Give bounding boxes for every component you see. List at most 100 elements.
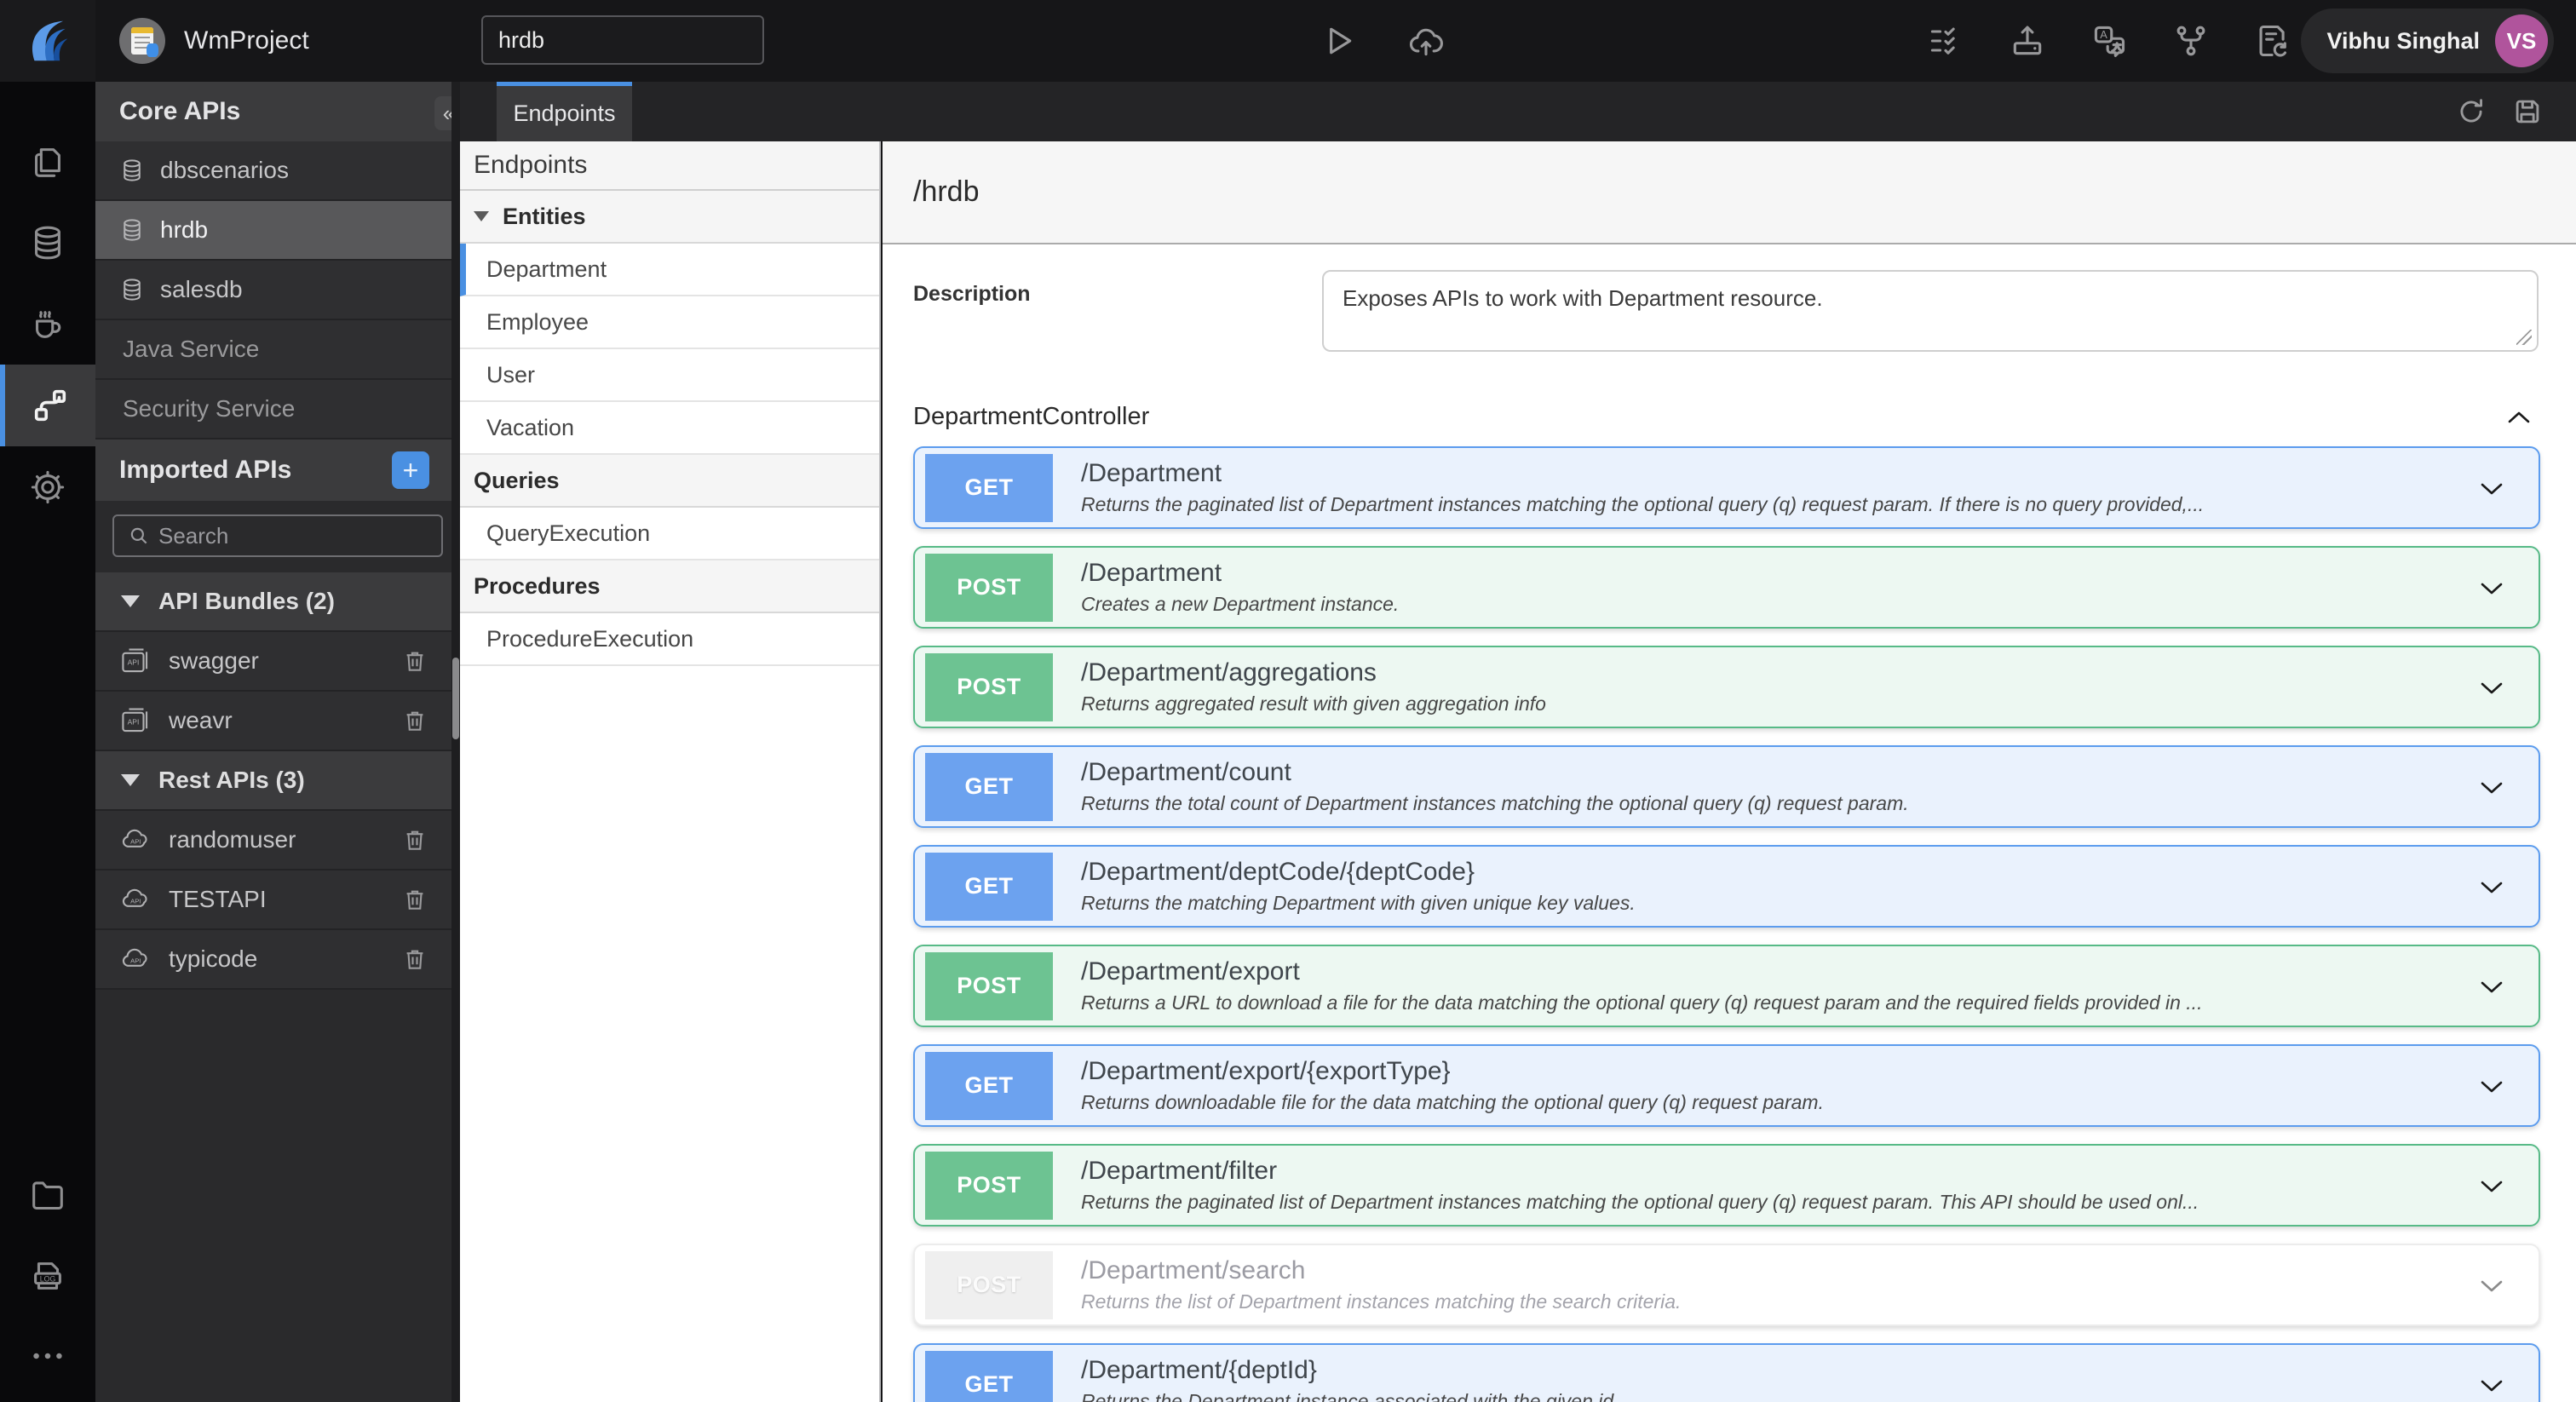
rail-pages[interactable] [0, 121, 95, 203]
chevron-down-icon[interactable] [2479, 779, 2504, 796]
method-badge: POST [925, 1151, 1053, 1220]
endpoint-card[interactable]: GET /Department Returns the paginated li… [913, 446, 2540, 529]
scrollbar-thumb[interactable] [452, 658, 459, 739]
chevron-down-icon[interactable] [2479, 1377, 2504, 1394]
add-api-button[interactable]: + [392, 451, 429, 489]
pages-icon [35, 148, 60, 177]
endpoint-card-list: GET /Department Returns the paginated li… [883, 445, 2576, 1402]
endpoint-card-disabled[interactable]: POST /Department/search Returns the list… [913, 1244, 2540, 1326]
api-search-input[interactable] [158, 522, 414, 549]
chevron-down-icon[interactable] [2479, 1078, 2504, 1095]
export-icon[interactable] [2009, 22, 2046, 60]
delete-icon[interactable] [402, 707, 428, 734]
chevron-down-icon[interactable] [2479, 1278, 2504, 1295]
tree-item-user[interactable]: User [460, 349, 879, 402]
svg-text:API: API [130, 838, 141, 846]
delete-icon[interactable] [402, 945, 428, 973]
core-api-item-security-service[interactable]: Security Service [95, 380, 460, 440]
chevron-down-icon[interactable] [2479, 480, 2504, 497]
tree-item-vacation[interactable]: Vacation [460, 402, 879, 455]
api-bundle-icon: API [122, 648, 148, 673]
left-panel-scrollbar[interactable] [451, 82, 460, 1402]
rail-database[interactable] [0, 202, 95, 284]
endpoint-card[interactable]: GET /Department/deptCode/{deptCode} Retu… [913, 845, 2540, 928]
endpoint-card[interactable]: POST /Department/export Returns a URL to… [913, 945, 2540, 1027]
rail-more[interactable] [0, 1315, 95, 1397]
endpoint-path: /Department/deptCode/{deptCode} [1081, 858, 1475, 886]
tree-item-employee[interactable]: Employee [460, 296, 879, 349]
core-api-item-java-service[interactable]: Java Service [95, 320, 460, 380]
endpoint-card[interactable]: GET /Department/{deptId} Returns the Dep… [913, 1343, 2540, 1402]
tab-endpoints[interactable]: Endpoints [497, 82, 632, 141]
user-menu[interactable]: Vibhu Singhal VS [2301, 9, 2554, 73]
endpoint-card[interactable]: GET /Department/export/{exportType} Retu… [913, 1044, 2540, 1127]
nav-rail: LOG [0, 82, 95, 1402]
group-label: Rest APIs (3) [158, 767, 305, 793]
cloud-upload-icon[interactable] [1407, 22, 1445, 60]
database-icon [124, 279, 141, 301]
rail-files[interactable] [0, 1153, 95, 1235]
imported-api-weavr[interactable]: API weavr [95, 692, 460, 751]
tree-section-queries[interactable]: Queries [460, 455, 879, 508]
project-switcher[interactable]: WmProject [119, 18, 309, 64]
controller-header[interactable]: DepartmentController [883, 352, 2576, 445]
release-notes-icon[interactable] [1927, 22, 1964, 60]
search-icon [130, 527, 147, 544]
core-api-item-hrdb[interactable]: hrdb [95, 201, 460, 261]
controller-name: DepartmentController [913, 403, 1150, 430]
description-textarea[interactable]: Exposes APIs to work with Department res… [1324, 272, 2537, 350]
delete-icon[interactable] [402, 826, 428, 853]
run-icon[interactable] [1319, 22, 1356, 60]
file-sync-icon[interactable] [2254, 22, 2291, 60]
save-icon[interactable] [2511, 95, 2544, 128]
endpoint-path: /Department/{deptId} [1081, 1356, 1317, 1384]
resize-grip-icon[interactable] [2516, 330, 2532, 345]
chevron-down-icon[interactable] [2479, 979, 2504, 996]
tree-section-entities[interactable]: Entities [460, 191, 879, 244]
core-api-item-salesdb[interactable]: salesdb [95, 261, 460, 320]
rail-settings[interactable] [0, 446, 95, 528]
tree-item-procedureexecution[interactable]: ProcedureExecution [460, 613, 879, 666]
refresh-icon[interactable] [2455, 95, 2487, 128]
chevron-up-icon[interactable] [2506, 409, 2532, 426]
group-api-bundles[interactable]: API Bundles (2) [95, 572, 460, 632]
imported-api-testapi[interactable]: API TESTAPI [95, 871, 460, 930]
endpoint-description: Returns a URL to download a file for the… [1081, 991, 2203, 1014]
wavemaker-logo[interactable] [0, 0, 95, 82]
core-api-item-dbscenarios[interactable]: dbscenarios [95, 141, 460, 201]
imported-api-swagger[interactable]: API swagger [95, 632, 460, 692]
endpoint-card[interactable]: GET /Department/count Returns the total … [913, 745, 2540, 828]
rest-api-icon: API [122, 829, 147, 848]
tree-section-procedures[interactable]: Procedures [460, 560, 879, 613]
service-path-title: /hrdb [913, 175, 980, 208]
core-api-label: hrdb [160, 216, 209, 243]
endpoint-card[interactable]: POST /Department/filter Returns the pagi… [913, 1144, 2540, 1227]
rail-logs[interactable]: LOG [0, 1235, 95, 1317]
description-label: Description [913, 282, 1031, 306]
imported-apis-title: Imported APIs [119, 456, 292, 484]
method-badge: GET [925, 752, 1053, 821]
version-control-icon[interactable] [2172, 22, 2210, 60]
chevron-down-icon[interactable] [2479, 1178, 2504, 1195]
user-name: Vibhu Singhal [2326, 27, 2480, 54]
rail-apis[interactable] [0, 365, 95, 446]
tree-item-department[interactable]: Department [460, 244, 879, 296]
delete-icon[interactable] [402, 647, 428, 675]
api-search-box[interactable] [112, 514, 443, 557]
delete-icon[interactable] [402, 886, 428, 913]
endpoint-card[interactable]: POST /Department/aggregations Returns ag… [913, 646, 2540, 728]
database-icon [124, 219, 141, 241]
imported-api-randomuser[interactable]: API randomuser [95, 811, 460, 871]
rail-java[interactable] [0, 282, 95, 364]
imported-apis-header: Imported APIs + [95, 440, 460, 501]
imported-api-typicode[interactable]: API typicode [95, 930, 460, 990]
translate-icon[interactable]: A [2090, 22, 2128, 60]
chevron-down-icon[interactable] [2479, 580, 2504, 597]
endpoint-path: /Department/export/{exportType} [1081, 1057, 1451, 1085]
endpoint-card[interactable]: POST /Department Creates a new Departmen… [913, 546, 2540, 629]
chevron-down-icon[interactable] [2479, 879, 2504, 896]
group-rest-apis[interactable]: Rest APIs (3) [95, 751, 460, 811]
chevron-down-icon[interactable] [2479, 680, 2504, 697]
tree-item-queryexecution[interactable]: QueryExecution [460, 508, 879, 560]
top-search-input[interactable] [481, 15, 764, 65]
